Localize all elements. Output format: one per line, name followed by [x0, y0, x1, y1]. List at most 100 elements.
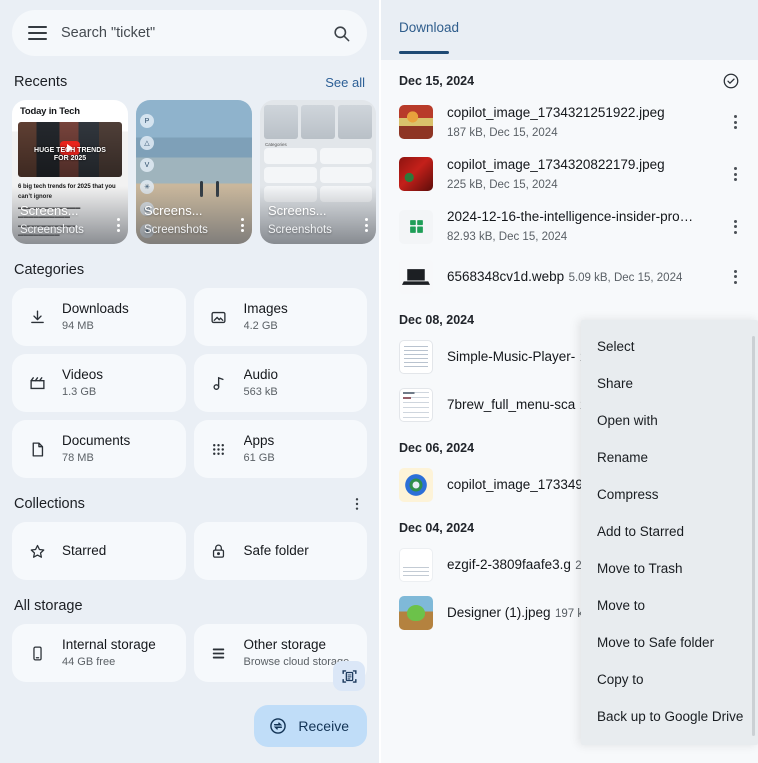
image-icon [208, 309, 230, 326]
overflow-menu-icon[interactable] [349, 496, 365, 512]
recent-card[interactable]: P △ V ✳ ◎ ● Screens... Screenshots [136, 100, 252, 244]
search-bar[interactable]: Search "ticket" [12, 10, 367, 56]
lock-icon [208, 543, 230, 560]
file-thumbnail [399, 157, 433, 191]
tab-download[interactable]: Download [399, 20, 459, 35]
menu-item-add-to-starred[interactable]: Add to Starred [581, 513, 758, 550]
recent-card-name: Screens... [144, 203, 203, 218]
download-icon [26, 309, 48, 326]
storage-tile-internal[interactable]: Internal storage 44 GB free [12, 624, 186, 682]
category-tile-apps[interactable]: Apps 61 GB [194, 420, 368, 478]
file-name: copilot_image_1734321251922.jpeg [447, 105, 665, 120]
file-thumbnail [399, 388, 433, 422]
file-name: ezgif-2-3809faafe3.g [447, 557, 571, 572]
recents-header: Recents See all [14, 74, 365, 90]
scan-document-icon[interactable] [333, 661, 365, 691]
collection-tile-safe-folder[interactable]: Safe folder [194, 522, 368, 580]
menu-item-rename[interactable]: Rename [581, 439, 758, 476]
category-tile-downloads[interactable]: Downloads 94 MB [12, 288, 186, 346]
category-label: Documents [62, 432, 130, 450]
categories-grid: Downloads 94 MB Images 4.2 GB [12, 288, 367, 478]
recent-card[interactable]: Categories Screens... Screenshots [260, 100, 376, 244]
file-thumbnail [399, 105, 433, 139]
file-overflow-icon[interactable] [726, 270, 744, 284]
file-overflow-icon[interactable] [726, 115, 744, 129]
date-label: Dec 08, 2024 [399, 313, 474, 327]
category-size: 1.3 GB [62, 385, 103, 400]
file-row[interactable]: 2024-12-16-the-intelligence-insider-pro…… [381, 200, 758, 252]
tab-active-indicator [399, 51, 449, 54]
category-size: 563 kB [244, 385, 279, 400]
right-panel: Download Dec 15, 2024 copilot_image_1734… [381, 0, 758, 763]
star-icon [26, 543, 48, 560]
recent-card-overflow-icon[interactable] [365, 218, 368, 232]
collections-grid: Starred Safe folder [12, 522, 367, 580]
category-size: 94 MB [62, 319, 129, 334]
category-tile-documents[interactable]: Documents 78 MB [12, 420, 186, 478]
apps-grid-icon [208, 441, 230, 458]
file-row[interactable]: copilot_image_1734320822179.jpeg 225 kB,… [381, 148, 758, 200]
file-overflow-icon[interactable] [726, 220, 744, 234]
category-tile-images[interactable]: Images 4.2 GB [194, 288, 368, 346]
file-meta: 225 kB, Dec 15, 2024 [447, 179, 558, 191]
date-label: Dec 06, 2024 [399, 441, 474, 455]
files-app-screen: Search "ticket" Recents See all Today in… [0, 0, 758, 763]
menu-item-back-up-to-google-drive[interactable]: Back up to Google Drive [581, 698, 758, 735]
category-size: 78 MB [62, 451, 130, 466]
file-thumbnail [399, 468, 433, 502]
search-input[interactable]: Search "ticket" [61, 25, 318, 41]
date-label: Dec 04, 2024 [399, 521, 474, 535]
app-icon: V [140, 158, 154, 172]
menu-item-move-to[interactable]: Move to [581, 587, 758, 624]
menu-item-compress[interactable]: Compress [581, 476, 758, 513]
check-circle-icon[interactable] [722, 72, 740, 90]
recent-card-overlay-title: Today in Tech [20, 106, 80, 117]
recent-card-overflow-icon[interactable] [241, 218, 244, 232]
menu-item-select[interactable]: Select [581, 328, 758, 365]
file-meta: 5.09 kB, Dec 15, 2024 [569, 272, 683, 284]
file-row[interactable]: copilot_image_1734321251922.jpeg 187 kB,… [381, 96, 758, 148]
recent-card-overflow-icon[interactable] [117, 218, 120, 232]
video-icon [26, 375, 48, 392]
file-row[interactable]: 6568348cv1d.webp 5.09 kB, Dec 15, 2024 [381, 253, 758, 301]
recent-card-video-thumb: HUGE TECH TRENDS FOR 2025 [18, 122, 122, 177]
menu-item-move-to-safe-folder[interactable]: Move to Safe folder [581, 624, 758, 661]
menu-item-share[interactable]: Share [581, 365, 758, 402]
storage-label: Internal storage [62, 636, 156, 654]
file-name: 7brew_full_menu-sca [447, 397, 575, 412]
recent-card-subtitle: Screenshots [144, 224, 208, 236]
recent-card-subtitle: Screenshots [20, 224, 84, 236]
date-label: Dec 15, 2024 [399, 74, 474, 88]
recent-card-inner-label: Categories [265, 142, 287, 147]
hamburger-icon[interactable] [28, 26, 47, 40]
file-overflow-icon[interactable] [726, 167, 744, 181]
file-context-menu[interactable]: Select Share Open with Rename Compress A… [581, 320, 758, 745]
recent-card[interactable]: Today in Tech HUGE TECH TRENDS FOR 2025 … [12, 100, 128, 244]
file-name: 6568348cv1d.webp [447, 269, 564, 284]
all-storage-grid: Internal storage 44 GB free Other storag… [12, 624, 367, 682]
receive-button[interactable]: Receive [254, 705, 367, 747]
categories-header: Categories [14, 262, 365, 278]
storage-label: Other storage [244, 636, 350, 654]
search-icon[interactable] [332, 24, 351, 43]
file-thumbnail [399, 596, 433, 630]
receive-label: Receive [298, 718, 349, 734]
category-size: 61 GB [244, 451, 275, 466]
see-all-link[interactable]: See all [325, 75, 365, 90]
all-storage-title: All storage [14, 598, 83, 614]
file-name: Designer (1).jpeg [447, 605, 551, 620]
left-panel: Search "ticket" Recents See all Today in… [0, 0, 379, 763]
menu-item-open-with[interactable]: Open with [581, 402, 758, 439]
category-tile-audio[interactable]: Audio 563 kB [194, 354, 368, 412]
app-icon: P [140, 114, 154, 128]
category-label: Audio [244, 366, 279, 384]
category-tile-videos[interactable]: Videos 1.3 GB [12, 354, 186, 412]
context-menu-scrollbar[interactable] [752, 336, 755, 736]
menu-item-move-to-trash[interactable]: Move to Trash [581, 550, 758, 587]
google-sheets-icon [399, 210, 433, 244]
category-label: Apps [244, 432, 275, 450]
collection-label: Safe folder [244, 544, 309, 558]
menu-item-copy-to[interactable]: Copy to [581, 661, 758, 698]
file-name: 2024-12-16-the-intelligence-insider-pro… [447, 209, 693, 224]
collection-tile-starred[interactable]: Starred [12, 522, 186, 580]
